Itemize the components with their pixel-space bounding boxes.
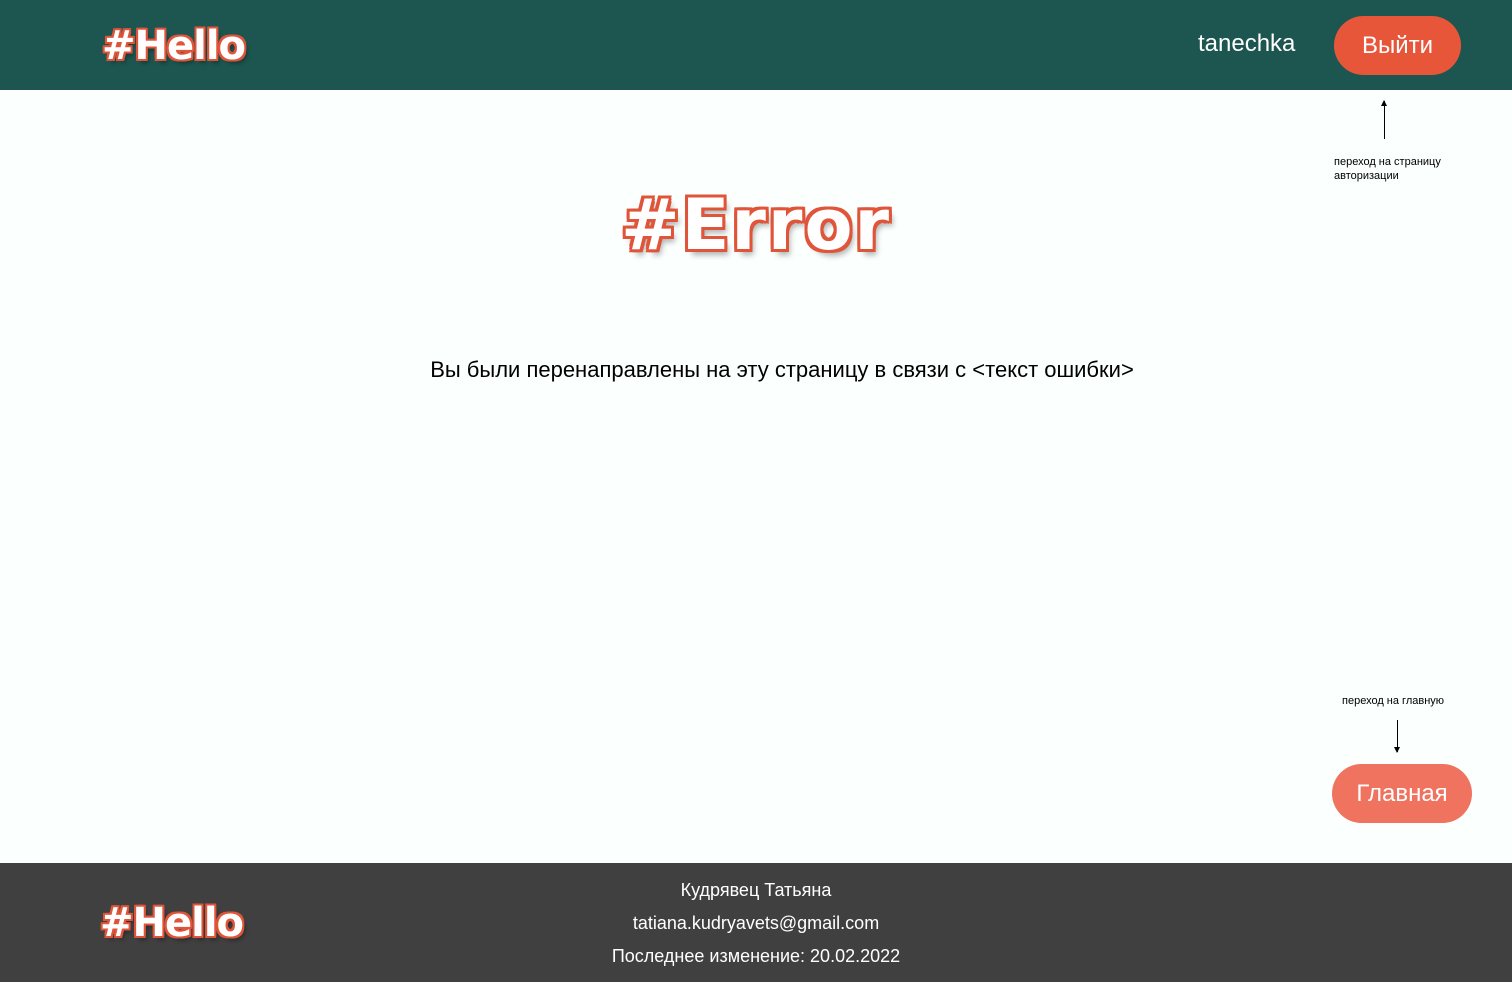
logout-button[interactable]: Выйти xyxy=(1334,16,1461,75)
arrow-up-icon xyxy=(1381,100,1387,139)
logout-annotation-line1: переход на страницу xyxy=(1334,156,1441,168)
logout-annotation-line2: авторизации xyxy=(1334,170,1399,182)
header-logo[interactable]: #Hello xyxy=(102,26,246,66)
home-button[interactable]: Главная xyxy=(1332,764,1472,823)
site-header: #Hello tanechka Выйти xyxy=(0,0,1512,90)
arrow-down-icon xyxy=(1394,720,1400,753)
error-title: #Error xyxy=(620,184,892,266)
footer-last-modified: Последнее изменение: 20.02.2022 xyxy=(611,946,901,966)
error-message: Вы были перенаправлены на эту страницу в… xyxy=(430,357,1134,382)
site-footer: #Hello Кудрявец Татьяна tatiana.kudryave… xyxy=(0,863,1512,982)
footer-author: Кудрявец Татьяна xyxy=(680,880,832,900)
footer-email[interactable]: tatiana.kudryavets@gmail.com xyxy=(0,913,1512,934)
error-page: #Hello tanechka Выйти переход на страниц… xyxy=(0,0,1512,982)
username-label: tanechka xyxy=(1198,30,1296,57)
home-annotation: переход на главную xyxy=(1342,695,1445,707)
logout-annotation: переход на страницу авторизации xyxy=(1334,155,1441,183)
